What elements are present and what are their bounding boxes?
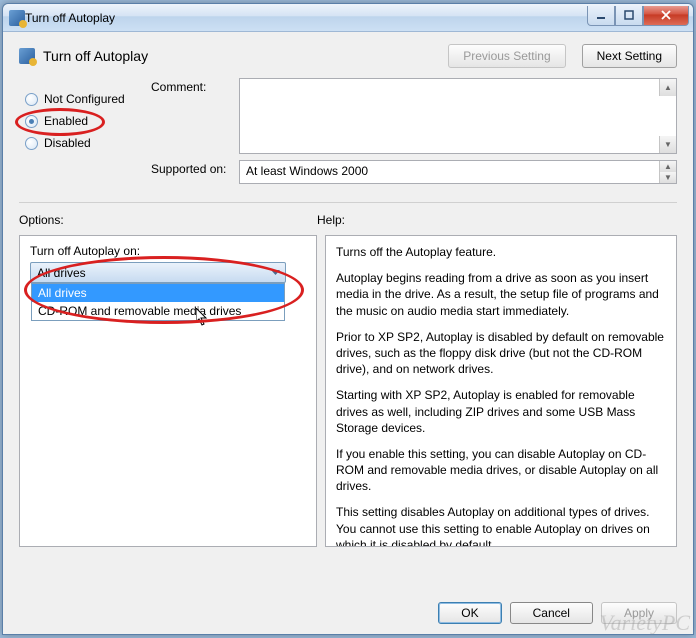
supported-on-field: At least Windows 2000 ▲ ▼: [239, 160, 677, 184]
radio-disabled-label: Disabled: [44, 136, 91, 150]
scroll-up-button[interactable]: ▲: [659, 161, 676, 172]
comment-column: Comment: ▲ ▼ Supported on: At least Wind…: [151, 78, 677, 190]
panes: Turn off Autoplay on: All drives All dri…: [3, 231, 693, 559]
page-title: Turn off Autoplay: [43, 48, 432, 64]
window-title: Turn off Autoplay: [25, 11, 587, 25]
scroll-up-button[interactable]: ▲: [659, 79, 676, 96]
help-label: Help:: [317, 213, 345, 227]
maximize-icon: [623, 9, 635, 21]
scroll-down-button[interactable]: ▼: [659, 136, 676, 153]
supported-on-label: Supported on:: [151, 160, 239, 184]
options-label: Options:: [19, 213, 317, 227]
help-text: Autoplay begins reading from a drive as …: [336, 270, 666, 319]
previous-setting-button[interactable]: Previous Setting: [448, 44, 565, 68]
help-text: Prior to XP SP2, Autoplay is disabled by…: [336, 329, 666, 378]
apply-button[interactable]: Apply: [601, 602, 677, 624]
minimize-button[interactable]: [587, 6, 615, 26]
dropdown-option[interactable]: All drives: [32, 284, 284, 302]
dropdown-option[interactable]: CD-ROM and removable media drives: [32, 302, 284, 320]
scroll-down-button[interactable]: ▼: [659, 172, 676, 183]
radio-disabled-row[interactable]: Disabled: [25, 136, 133, 150]
titlebar[interactable]: Turn off Autoplay: [3, 4, 693, 32]
top-section: Not Configured Enabled Disabled Comment:…: [3, 72, 693, 196]
divider: [19, 202, 677, 203]
help-pane: Turns off the Autoplay feature. Autoplay…: [325, 235, 677, 547]
dropdown-list: All drives CD-ROM and removable media dr…: [31, 283, 285, 321]
dialog-window: Turn off Autoplay Turn off Autoplay Prev…: [2, 3, 694, 635]
policy-icon: [9, 10, 25, 26]
help-text: If you enable this setting, you can disa…: [336, 446, 666, 495]
radio-disabled[interactable]: [25, 137, 38, 150]
close-button[interactable]: [643, 6, 689, 26]
next-setting-button[interactable]: Next Setting: [582, 44, 677, 68]
radio-not-configured-row[interactable]: Not Configured: [25, 92, 133, 106]
radio-not-configured-label: Not Configured: [44, 92, 125, 106]
options-pane: Turn off Autoplay on: All drives All dri…: [19, 235, 317, 547]
dropdown-selected: All drives: [37, 266, 86, 280]
autoplay-on-label: Turn off Autoplay on:: [30, 244, 306, 258]
ok-button[interactable]: OK: [438, 602, 501, 624]
radio-enabled-label: Enabled: [44, 114, 88, 128]
maximize-button[interactable]: [615, 6, 643, 26]
footer-buttons: OK Cancel Apply: [438, 602, 677, 624]
autoplay-on-dropdown[interactable]: All drives All drives CD-ROM and removab…: [30, 262, 286, 283]
state-radio-group: Not Configured Enabled Disabled: [25, 78, 133, 190]
comment-label: Comment:: [151, 78, 239, 154]
pane-labels: Options: Help:: [3, 209, 693, 231]
supported-on-value: At least Windows 2000: [246, 164, 368, 178]
help-text: Turns off the Autoplay feature.: [336, 244, 666, 260]
header-bar: Turn off Autoplay Previous Setting Next …: [3, 32, 693, 72]
help-text: Starting with XP SP2, Autoplay is enable…: [336, 387, 666, 436]
chevron-down-icon: [267, 264, 284, 281]
dropdown-wrapper: All drives All drives CD-ROM and removab…: [30, 262, 306, 283]
cancel-button[interactable]: Cancel: [510, 602, 593, 624]
window-buttons: [587, 6, 693, 26]
minimize-icon: [595, 9, 607, 21]
close-icon: [660, 9, 672, 21]
radio-not-configured[interactable]: [25, 93, 38, 106]
radio-enabled-row[interactable]: Enabled: [25, 114, 133, 128]
policy-icon: [19, 48, 35, 64]
comment-textarea[interactable]: ▲ ▼: [239, 78, 677, 154]
help-text: This setting disables Autoplay on additi…: [336, 504, 666, 547]
radio-enabled[interactable]: [25, 115, 38, 128]
